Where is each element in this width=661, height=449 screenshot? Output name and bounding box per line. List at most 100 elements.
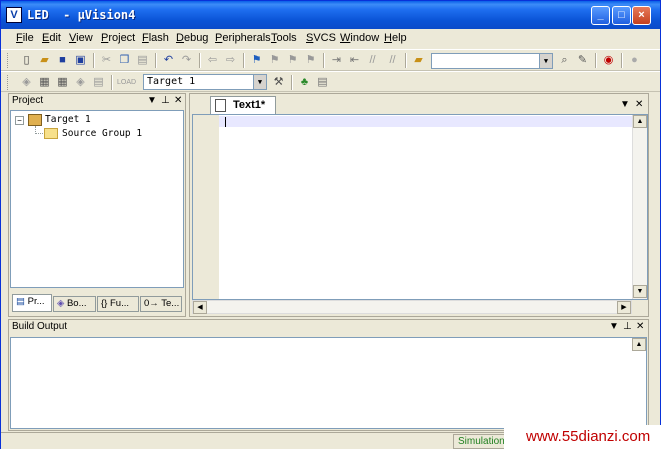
project-tab-icon: ▤ bbox=[16, 296, 25, 307]
editor-gutter bbox=[193, 115, 219, 299]
scroll-up-icon[interactable]: ▲ bbox=[632, 338, 646, 351]
tab-templates[interactable]: 0→ Te... bbox=[140, 296, 182, 312]
chevron-down-icon[interactable]: ▼ bbox=[253, 75, 266, 89]
breakpoint-icon[interactable]: ● bbox=[627, 53, 642, 68]
redo-icon[interactable]: ↷ bbox=[179, 53, 194, 68]
indent-icon[interactable]: ⇥ bbox=[329, 53, 344, 68]
save-all-icon[interactable]: ▣ bbox=[73, 53, 88, 68]
toolbar-grip[interactable] bbox=[7, 53, 10, 68]
current-line-highlight bbox=[219, 116, 633, 127]
new-file-icon[interactable]: ▯ bbox=[19, 53, 34, 68]
project-tabs: ▤ Pr... ◈ Bo... {} Fu... 0→ Te... bbox=[10, 290, 184, 316]
minimize-button[interactable]: _ bbox=[591, 6, 610, 25]
panel-menu-chevron-icon[interactable]: ▼ bbox=[147, 94, 157, 108]
build-output-text[interactable]: ▲ bbox=[10, 337, 647, 429]
nav-forward-icon[interactable]: ⇨ bbox=[223, 53, 238, 68]
menu-project[interactable]: Project bbox=[101, 32, 135, 44]
code-editor[interactable]: ▲ ▼ bbox=[192, 114, 648, 300]
uncomment-icon[interactable]: // bbox=[385, 53, 400, 68]
file-extensions-icon[interactable]: ▤ bbox=[315, 75, 330, 90]
cut-icon[interactable]: ✂ bbox=[99, 53, 114, 68]
tree-item-source-group[interactable]: Source Group 1 bbox=[62, 128, 142, 139]
tab-books[interactable]: ◈ Bo... bbox=[53, 296, 96, 312]
editor-menu-chevron-icon[interactable]: ▼ bbox=[620, 98, 630, 112]
toolbar-separator bbox=[155, 53, 157, 68]
toolbar-separator bbox=[93, 53, 95, 68]
stop-build-icon[interactable]: ▤ bbox=[91, 75, 106, 90]
scroll-left-icon[interactable]: ◀ bbox=[193, 301, 207, 314]
menu-svcs[interactable]: SVCS bbox=[306, 32, 336, 44]
tab-project[interactable]: ▤ Pr... bbox=[12, 294, 52, 312]
target-select[interactable]: Target 1 ▼ bbox=[143, 74, 267, 90]
watermark: www.55dianzi.com bbox=[504, 425, 661, 449]
paste-icon[interactable]: ▤ bbox=[135, 53, 150, 68]
find-icon[interactable]: ⌕ bbox=[557, 53, 572, 68]
menu-file[interactable]: File bbox=[16, 32, 34, 44]
panel-close-icon[interactable]: ✕ bbox=[174, 94, 182, 108]
main-window: V LED - μVision4 _ □ × File Edit View Pr… bbox=[0, 0, 661, 449]
tab-functions-label: {} Fu... bbox=[101, 298, 129, 309]
copy-icon[interactable]: ❐ bbox=[117, 53, 132, 68]
chevron-down-icon[interactable]: ▼ bbox=[539, 54, 552, 68]
tree-item-target[interactable]: Target 1 bbox=[45, 114, 91, 125]
vertical-scrollbar[interactable]: ▲ ▼ bbox=[632, 115, 647, 299]
translate-icon[interactable]: ◈ bbox=[19, 75, 34, 90]
save-icon[interactable]: ■ bbox=[55, 53, 70, 68]
document-icon bbox=[215, 99, 226, 112]
menu-view[interactable]: View bbox=[69, 32, 93, 44]
tab-functions[interactable]: {} Fu... bbox=[97, 296, 139, 312]
horizontal-scrollbar[interactable]: ◀ ▶ bbox=[192, 300, 632, 314]
maximize-button[interactable]: □ bbox=[612, 6, 631, 25]
close-button[interactable]: × bbox=[632, 6, 651, 25]
scroll-right-icon[interactable]: ▶ bbox=[617, 301, 631, 314]
build-close-icon[interactable]: ✕ bbox=[636, 320, 644, 334]
pin-icon[interactable]: ⊥ bbox=[161, 94, 170, 108]
build-pin-icon[interactable]: ⊥ bbox=[623, 320, 632, 334]
batch-build-icon[interactable]: ◈ bbox=[73, 75, 88, 90]
target-folder-icon bbox=[28, 114, 42, 126]
menu-peripherals[interactable]: Peripherals bbox=[215, 32, 271, 44]
target-options-icon[interactable]: ⚒ bbox=[271, 75, 286, 90]
nav-back-icon[interactable]: ⇦ bbox=[205, 53, 220, 68]
menu-debug[interactable]: Debug bbox=[176, 32, 208, 44]
download-icon[interactable]: LOAD bbox=[117, 75, 136, 90]
bookmark-toggle-icon[interactable]: ⚑ bbox=[249, 53, 264, 68]
menu-help[interactable]: Help bbox=[384, 32, 407, 44]
menu-bar: File Edit View Project Flash Debug Perip… bbox=[1, 29, 660, 49]
editor-close-icon[interactable]: ✕ bbox=[635, 98, 643, 112]
scroll-up-icon[interactable]: ▲ bbox=[633, 115, 647, 128]
scroll-down-icon[interactable]: ▼ bbox=[633, 285, 647, 298]
find-in-files-icon[interactable]: ▰ bbox=[411, 53, 426, 68]
tree-collapse-icon[interactable]: − bbox=[15, 116, 24, 125]
configure-icon[interactable]: ✎ bbox=[575, 53, 590, 68]
toolbar-separator bbox=[621, 53, 623, 68]
rebuild-icon[interactable]: ▦ bbox=[55, 75, 70, 90]
build-menu-chevron-icon[interactable]: ▼ bbox=[609, 320, 619, 334]
undo-icon[interactable]: ↶ bbox=[161, 53, 176, 68]
manage-components-icon[interactable]: ♣ bbox=[297, 75, 312, 90]
build-icon[interactable]: ▦ bbox=[37, 75, 52, 90]
menu-tools[interactable]: Tools bbox=[271, 32, 297, 44]
build-toolbar: ◈ ▦ ▦ ◈ ▤ LOAD Target 1 ▼ ⚒ ♣ ▤ bbox=[1, 71, 660, 92]
toolbar-separator bbox=[111, 75, 113, 90]
menu-flash[interactable]: Flash bbox=[142, 32, 169, 44]
toolbar-separator bbox=[243, 53, 245, 68]
unindent-icon[interactable]: ⇤ bbox=[347, 53, 362, 68]
editor-panel: Text1* ▼ ✕ ▲ ▼ ◀ ▶ bbox=[189, 93, 649, 317]
tab-books-label: Bo... bbox=[66, 298, 87, 309]
title-bar[interactable]: V LED - μVision4 _ □ × bbox=[1, 1, 660, 29]
comment-icon[interactable]: // bbox=[365, 53, 380, 68]
toolbar-grip[interactable] bbox=[7, 75, 10, 90]
bookmark-clear-icon[interactable]: ⚑ bbox=[303, 53, 318, 68]
open-folder-icon[interactable]: ▰ bbox=[37, 53, 52, 68]
find-combo[interactable]: ▼ bbox=[431, 53, 553, 69]
tab-text1[interactable]: Text1* bbox=[210, 96, 276, 114]
uvision-app-icon: V bbox=[6, 7, 22, 23]
menu-window[interactable]: Window bbox=[340, 32, 379, 44]
debug-session-icon[interactable]: ◉ bbox=[601, 53, 616, 68]
bookmark-next-icon[interactable]: ⚑ bbox=[285, 53, 300, 68]
menu-edit[interactable]: Edit bbox=[42, 32, 61, 44]
target-select-value: Target 1 bbox=[147, 76, 196, 87]
build-output-title: Build Output bbox=[12, 321, 68, 332]
bookmark-prev-icon[interactable]: ⚑ bbox=[267, 53, 282, 68]
